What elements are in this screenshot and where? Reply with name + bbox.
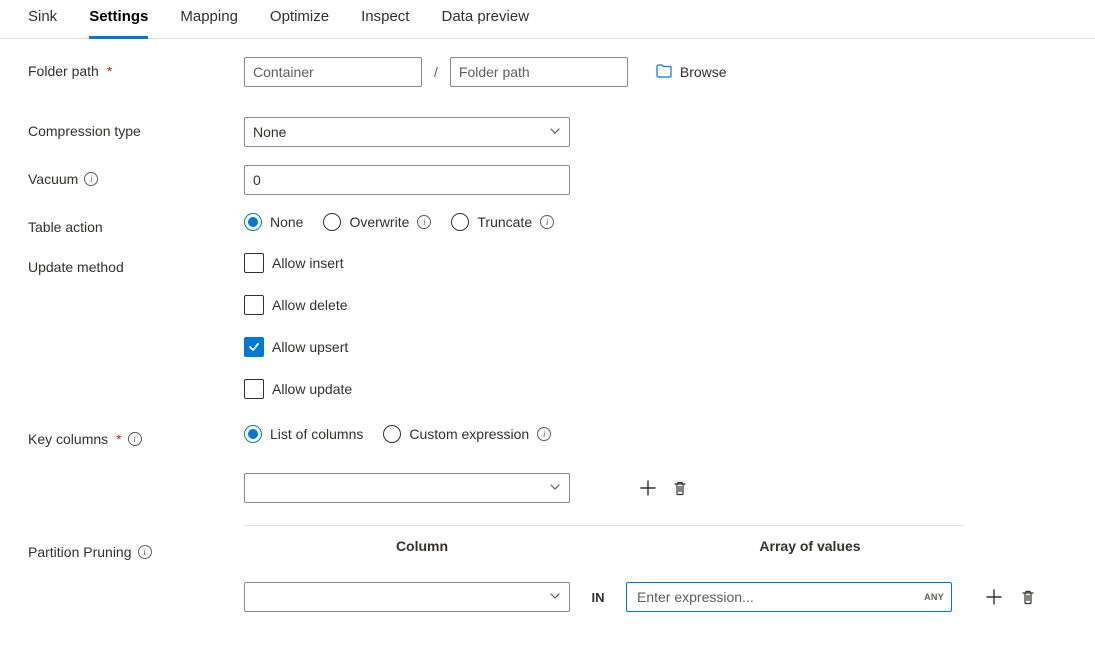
tab-inspect[interactable]: Inspect bbox=[361, 0, 409, 39]
section-divider bbox=[244, 525, 964, 526]
info-icon[interactable]: i bbox=[138, 545, 152, 559]
info-icon[interactable]: i bbox=[537, 427, 551, 441]
tab-bar: Sink Settings Mapping Optimize Inspect D… bbox=[0, 0, 1095, 39]
checkbox-allow-delete[interactable]: Allow delete bbox=[244, 295, 352, 315]
label-update-method: Update method bbox=[28, 253, 244, 275]
folder-path-input[interactable] bbox=[450, 57, 628, 87]
key-column-select[interactable] bbox=[244, 473, 570, 503]
label-partition-pruning: Partition Pruning i bbox=[28, 538, 244, 560]
any-badge: ANY bbox=[924, 592, 944, 602]
tab-sink[interactable]: Sink bbox=[28, 0, 57, 39]
checkbox-allow-upsert[interactable]: Allow upsert bbox=[244, 337, 352, 357]
tab-settings[interactable]: Settings bbox=[89, 0, 148, 39]
checkbox-allow-insert[interactable]: Allow insert bbox=[244, 253, 352, 273]
path-separator: / bbox=[432, 64, 440, 80]
tab-optimize[interactable]: Optimize bbox=[270, 0, 329, 39]
info-icon[interactable]: i bbox=[128, 432, 142, 446]
add-partition-button[interactable] bbox=[982, 585, 1006, 609]
info-icon[interactable]: i bbox=[540, 215, 554, 229]
partition-column-select[interactable] bbox=[244, 582, 570, 612]
browse-button[interactable]: Browse bbox=[656, 64, 727, 81]
tab-data-preview[interactable]: Data preview bbox=[441, 0, 529, 39]
radio-key-columns-custom[interactable]: Custom expression i bbox=[383, 425, 551, 443]
chevron-down-icon bbox=[549, 589, 561, 605]
label-vacuum: Vacuum i bbox=[28, 165, 244, 187]
partition-array-header: Array of values bbox=[640, 538, 980, 554]
in-label: IN bbox=[570, 590, 626, 605]
label-compression-type: Compression type bbox=[28, 117, 244, 139]
browse-label: Browse bbox=[680, 64, 727, 80]
radio-table-action-overwrite[interactable]: Overwrite i bbox=[323, 213, 431, 231]
delete-key-column-button[interactable] bbox=[668, 476, 692, 500]
add-key-column-button[interactable] bbox=[636, 476, 660, 500]
label-folder-path: Folder path* bbox=[28, 57, 244, 79]
vacuum-input[interactable] bbox=[244, 165, 570, 195]
container-input[interactable] bbox=[244, 57, 422, 87]
chevron-down-icon bbox=[549, 124, 561, 140]
checkbox-allow-update[interactable]: Allow update bbox=[244, 379, 352, 399]
delete-partition-button[interactable] bbox=[1016, 585, 1040, 609]
partition-column-header: Column bbox=[244, 538, 600, 554]
tab-mapping[interactable]: Mapping bbox=[180, 0, 238, 39]
partition-expression-input[interactable] bbox=[626, 582, 952, 612]
folder-icon bbox=[656, 64, 672, 81]
compression-type-select[interactable]: None bbox=[244, 117, 570, 147]
info-icon[interactable]: i bbox=[417, 215, 431, 229]
info-icon[interactable]: i bbox=[84, 172, 98, 186]
radio-table-action-none[interactable]: None bbox=[244, 213, 303, 231]
label-key-columns: Key columns* i bbox=[28, 425, 244, 447]
chevron-down-icon bbox=[549, 480, 561, 496]
radio-key-columns-list[interactable]: List of columns bbox=[244, 425, 363, 443]
label-table-action: Table action bbox=[28, 213, 244, 235]
radio-table-action-truncate[interactable]: Truncate i bbox=[451, 213, 554, 231]
